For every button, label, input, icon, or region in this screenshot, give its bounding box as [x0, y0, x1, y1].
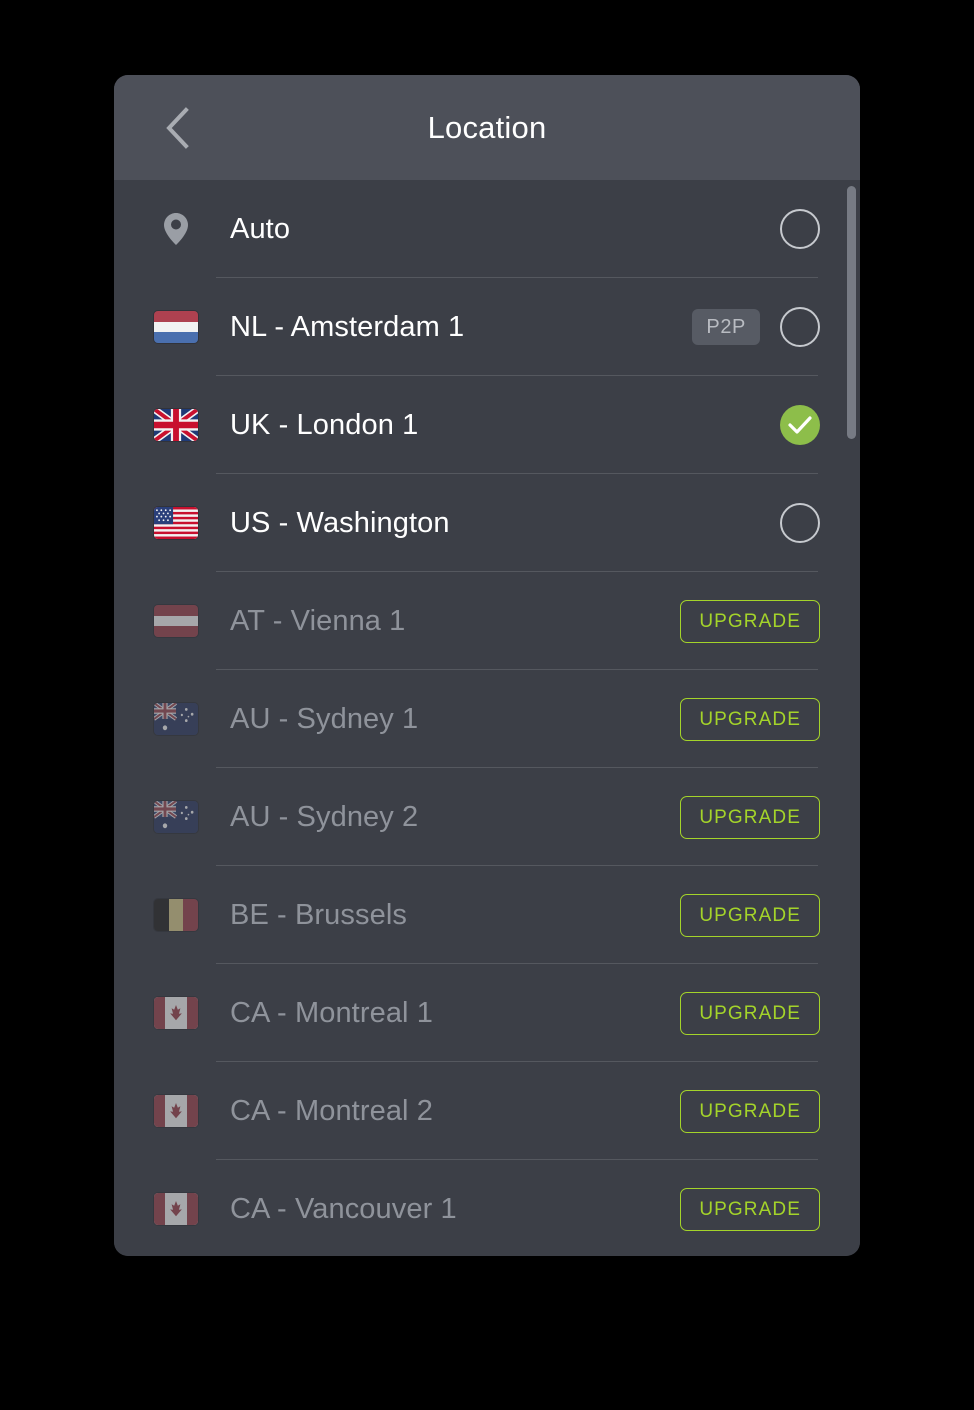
radio-selected[interactable] [780, 405, 820, 445]
location-label: CA - Vancouver 1 [230, 1192, 457, 1225]
canada-flag [154, 997, 198, 1029]
location-row[interactable]: CA - Montreal 1 UPGRADE [114, 964, 860, 1062]
australia-flag [154, 703, 198, 735]
location-pin-icon [154, 213, 198, 245]
location-list[interactable]: Auto NL - Amsterdam 1 P2P UK - London 1 US -… [114, 180, 860, 1256]
location-label: AT - Vienna 1 [230, 604, 406, 637]
back-button[interactable] [154, 105, 200, 151]
location-label: Auto [230, 212, 291, 245]
location-label: US - Washington [230, 506, 450, 539]
australia-flag [154, 801, 198, 833]
upgrade-button[interactable]: UPGRADE [680, 697, 820, 741]
panel-header: Location [114, 75, 860, 180]
row-actions [780, 503, 820, 543]
united-kingdom-flag [154, 409, 198, 441]
radio-unselected[interactable] [780, 307, 820, 347]
location-row[interactable]: AU - Sydney 1 UPGRADE [114, 670, 860, 768]
belgium-flag [154, 899, 198, 931]
row-actions: P2P [692, 307, 820, 347]
location-row[interactable]: AU - Sydney 2 UPGRADE [114, 768, 860, 866]
row-actions [780, 209, 820, 249]
canada-flag [154, 1193, 198, 1225]
upgrade-button[interactable]: UPGRADE [680, 893, 820, 937]
page-title: Location [427, 109, 547, 145]
row-actions [780, 405, 820, 445]
radio-unselected[interactable] [780, 503, 820, 543]
chevron-left-icon [164, 106, 190, 149]
location-row[interactable]: Auto [114, 180, 860, 278]
radio-unselected[interactable] [780, 209, 820, 249]
scrollbar[interactable] [847, 180, 856, 1256]
scrollbar-thumb[interactable] [847, 186, 856, 439]
location-label: BE - Brussels [230, 898, 407, 931]
location-row[interactable]: UK - London 1 [114, 376, 860, 474]
austria-flag [154, 605, 198, 637]
location-label: AU - Sydney 2 [230, 800, 419, 833]
upgrade-button[interactable]: UPGRADE [680, 1089, 820, 1133]
location-label: UK - London 1 [230, 408, 419, 441]
location-label: CA - Montreal 2 [230, 1094, 433, 1127]
row-actions: UPGRADE [680, 893, 820, 937]
upgrade-button[interactable]: UPGRADE [680, 991, 820, 1035]
row-actions: UPGRADE [680, 991, 820, 1035]
location-row[interactable]: US - Washington [114, 474, 860, 572]
location-label: CA - Montreal 1 [230, 996, 433, 1029]
upgrade-button[interactable]: UPGRADE [680, 795, 820, 839]
upgrade-button[interactable]: UPGRADE [680, 599, 820, 643]
p2p-badge: P2P [692, 309, 760, 345]
check-icon [788, 416, 812, 434]
location-row[interactable]: CA - Montreal 2 UPGRADE [114, 1062, 860, 1160]
location-row[interactable]: NL - Amsterdam 1 P2P [114, 278, 860, 376]
row-actions: UPGRADE [680, 1187, 820, 1231]
location-list-viewport: Auto NL - Amsterdam 1 P2P UK - London 1 US -… [114, 180, 860, 1256]
row-actions: UPGRADE [680, 599, 820, 643]
row-actions: UPGRADE [680, 697, 820, 741]
location-row[interactable]: CA - Vancouver 1 UPGRADE [114, 1160, 860, 1256]
row-actions: UPGRADE [680, 795, 820, 839]
location-label: AU - Sydney 1 [230, 702, 419, 735]
row-actions: UPGRADE [680, 1089, 820, 1133]
canada-flag [154, 1095, 198, 1127]
location-row[interactable]: AT - Vienna 1 UPGRADE [114, 572, 860, 670]
location-row[interactable]: BE - Brussels UPGRADE [114, 866, 860, 964]
upgrade-button[interactable]: UPGRADE [680, 1187, 820, 1231]
netherlands-flag [154, 311, 198, 343]
location-label: NL - Amsterdam 1 [230, 310, 465, 343]
united-states-flag [154, 507, 198, 539]
location-panel: Location Auto NL - Amsterdam 1 P2P UK - Lon… [114, 75, 860, 1256]
